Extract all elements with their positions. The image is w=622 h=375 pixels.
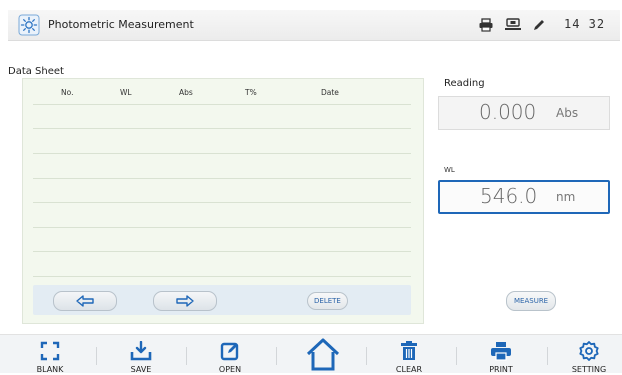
row-divider (33, 202, 411, 203)
save-label: SAVE (130, 365, 152, 374)
open-button[interactable]: OPEN (200, 341, 260, 375)
save-button[interactable]: SAVE (111, 341, 171, 375)
title-bar: Photometric Measurement 14 32 (8, 10, 620, 41)
reading-unit: Abs (556, 106, 579, 120)
column-header-abs: Abs (179, 88, 193, 97)
wavelength-unit: nm (556, 190, 576, 204)
clear-button[interactable]: CLEAR (379, 341, 439, 375)
row-divider (33, 276, 411, 277)
toolbar-divider (276, 347, 277, 365)
row-divider (33, 104, 411, 105)
arrow-right-icon (176, 295, 194, 307)
edit-icon (220, 342, 239, 361)
wavelength-input[interactable]: 546.0 nm (438, 180, 610, 214)
trash-icon (401, 341, 417, 360)
row-divider (33, 178, 411, 179)
printer-status-icon (479, 18, 493, 32)
blank-label: BLANK (36, 365, 64, 374)
open-label: OPEN (218, 365, 242, 374)
toolbar-divider (366, 347, 367, 365)
table-toolbar: DELETE (33, 285, 411, 315)
toolbar-divider (96, 347, 97, 365)
column-header-no: No. (61, 88, 74, 97)
bottom-toolbar: BLANK SAVE OPEN CLEAR PRINT SETTING (0, 334, 622, 375)
print-button[interactable]: PRINT (471, 341, 531, 375)
arrow-left-icon (76, 295, 94, 307)
home-icon (306, 338, 340, 371)
column-header-date: Date (321, 88, 339, 97)
wavelength-value: 546.0 (480, 184, 538, 208)
row-divider (33, 153, 411, 154)
download-icon (130, 341, 152, 361)
toolbar-divider (547, 347, 548, 365)
blank-frame-icon (40, 341, 60, 361)
row-divider (33, 227, 411, 228)
usb-drive-status-icon (505, 18, 521, 30)
measure-button[interactable]: MEASURE (506, 291, 557, 311)
row-divider (33, 251, 411, 252)
toolbar-divider (186, 347, 187, 365)
reading-display: 0.000 Abs (438, 96, 610, 130)
setting-label: SETTING (571, 365, 607, 374)
wavelength-label: WL (444, 166, 455, 174)
setting-button[interactable]: SETTING (559, 341, 619, 375)
clear-label: CLEAR (395, 365, 423, 374)
blank-button[interactable]: BLANK (20, 341, 80, 375)
column-header-wl: WL (120, 88, 132, 97)
delete-button[interactable]: DELETE (307, 292, 348, 310)
printer-icon (491, 342, 511, 361)
next-page-button[interactable] (153, 291, 217, 311)
data-sheet-title: Data Sheet (8, 66, 64, 77)
home-button[interactable] (293, 337, 353, 371)
pen-status-icon (534, 20, 544, 30)
row-divider (33, 128, 411, 129)
sun-icon (18, 14, 40, 36)
page-title: Photometric Measurement (48, 18, 194, 31)
clock: 14 32 (564, 17, 606, 31)
gear-icon (579, 341, 599, 361)
table-header: No. WL Abs T% Date (23, 79, 423, 101)
print-label: PRINT (489, 365, 513, 374)
reading-value: 0.000 (479, 100, 537, 124)
reading-label: Reading (444, 78, 485, 89)
column-header-transmittance: T% (245, 88, 257, 97)
previous-page-button[interactable] (53, 291, 117, 311)
toolbar-divider (456, 347, 457, 365)
status-icons (478, 16, 546, 34)
data-sheet-table[interactable]: No. WL Abs T% Date DELETE (22, 78, 424, 324)
